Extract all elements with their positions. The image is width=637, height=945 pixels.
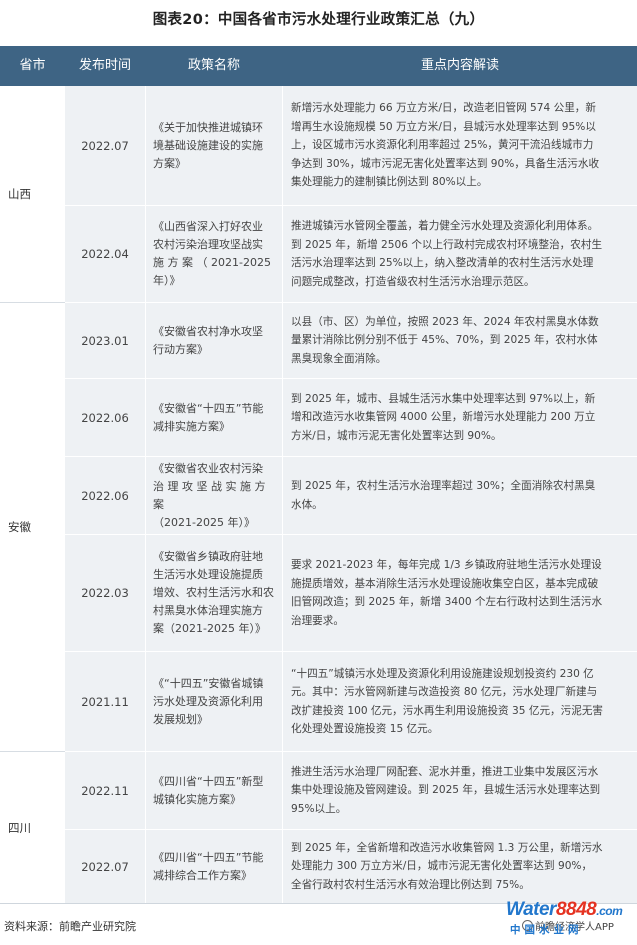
page-title: 图表20：中国各省市污水处理行业政策汇总（九） (152, 12, 485, 28)
row-date: 2022.03 (65, 535, 146, 651)
row-content: 到 2025 年，农村生活污水治理率超过 30%；全面消除农村黑臭 水体。 (291, 480, 596, 511)
table-row: 2022.06 《安徽省“十四五”节能 减排实施方案》 到 2025 年，城市、县… (65, 379, 637, 457)
row-content: 以县（市、区）为单位，按照 2023 年、2024 年农村黑臭水体数 量累计消除比… (291, 315, 599, 365)
header-date: 发布时间 (78, 58, 131, 73)
header-policy: 政策名称 (187, 58, 240, 73)
row-policy: 《安徽省乡镇政府驻地 生活污水处理设施提质 增效、农村生活污水和农 村黑臭水体治理实施… (145, 535, 283, 651)
row-date: 2022.07 (65, 830, 146, 903)
row-policy: 《关于加快推进城镇环 境基础设施建设的实施 方案》 (145, 86, 283, 205)
source-note: 资料来源：前瞻产业研究院 (4, 920, 136, 933)
row-policy: 《山西省深入打好农业 农村污染治理攻坚战实施 方 案 （ 2021-2025 年）》 (145, 206, 283, 302)
row-date: 2022.11 (65, 752, 146, 829)
row-content: 到 2025 年，城市、县城生活污水集中处理率达到 97%以上，新 增和改造污水收… (291, 392, 596, 442)
row-content: 推进城镇污水管网全覆盖，着力健全污水处理及资源化利用体系。到 2025 年，新增… (291, 220, 603, 288)
table-row: 2022.06 《安徽省农业农村污染治 理 攻 坚 战 实 施 方 案（2021… (65, 457, 637, 535)
row-policy: 《安徽省“十四五”节能 减排实施方案》 (145, 379, 283, 456)
header-province: 省市 (19, 58, 46, 73)
row-date: 2022.06 (65, 379, 146, 456)
row-policy: 《“十四五”安徽省城镇 污水处理及资源化利用 发展规划》 (145, 652, 283, 751)
province-cell-sichuan: 四川 (0, 752, 65, 904)
table-row: 2022.07 《关于加快推进城镇环 境基础设施建设的实施 方案》 新增污水处理能力… (65, 86, 637, 206)
province-label: 山西 (8, 187, 31, 201)
row-policy: 《四川省“十四五”节能 减排综合工作方案》 (145, 830, 283, 903)
table-row: 2022.11 《四川省“十四五”新型 城镇化实施方案》 推进生活污水治理厂网配套… (65, 752, 637, 830)
row-policy: 《安徽省农村净水攻坚 行动方案》 (145, 303, 283, 378)
header-content: 重点内容解读 (420, 58, 499, 73)
province-label: 四川 (8, 820, 31, 835)
province-label: 安徽 (8, 520, 31, 534)
table-row: 2022.03 《安徽省乡镇政府驻地 生活污水处理设施提质 增效、农村生活污水和农村… (65, 535, 637, 652)
table-row: 2021.11 《“十四五”安徽省城镇 污水处理及资源化利用 发展规划》 “十四五”… (65, 652, 637, 752)
row-date: 2022.07 (65, 86, 146, 205)
row-date: 2023.01 (65, 303, 146, 378)
row-date: 2021.11 (65, 652, 146, 751)
row-date: 2022.04 (65, 206, 146, 302)
row-date: 2022.06 (65, 457, 146, 534)
table-header: 省市 发布时间 政策名称 重点内容解读 (0, 46, 637, 86)
province-cell-anhui: 安徽 (0, 303, 65, 752)
row-content: 推进生活污水治理厂网配套、泥水并重，推进工业集中发展区污水 集中处理设施及管网建设… (291, 765, 601, 815)
row-content: “十四五”城镇污水处理及资源化利用设施建设规划投资约 230 亿元。其中：污水管… (291, 667, 604, 736)
province-cell-shanxi: 山西 (0, 86, 65, 303)
watermark-subtitle: 中国水业网 (510, 924, 583, 936)
table-row: 2022.07 《四川省“十四五”节能 减排综合工作方案》 到 2025 年，全省… (65, 830, 637, 904)
table-row: 2022.04 《山西省深入打好农业 农村污染治理攻坚战实施 方 案 （ 2021… (65, 206, 637, 303)
row-content: 新增污水处理能力 66 万立方米/日，改造老旧管网 574 公里，新 增再生水设施… (291, 102, 600, 189)
row-policy: 《安徽省农业农村污染治 理 攻 坚 战 实 施 方 案（2021-2025 年）… (145, 457, 283, 534)
row-content: 要求 2021-2023 年，每年完成 1/3 乡镇政府驻地生活污水处理设 施提质… (291, 559, 603, 627)
table-row: 2023.01 《安徽省农村净水攻坚 行动方案》 以县（市、区）为单位，按照 20… (65, 303, 637, 379)
row-content: 到 2025 年，全省新增和改造污水收集管网 1.3 万公里，新增污水 处理能力 … (291, 841, 603, 891)
row-policy: 《四川省“十四五”新型 城镇化实施方案》 (145, 752, 283, 829)
